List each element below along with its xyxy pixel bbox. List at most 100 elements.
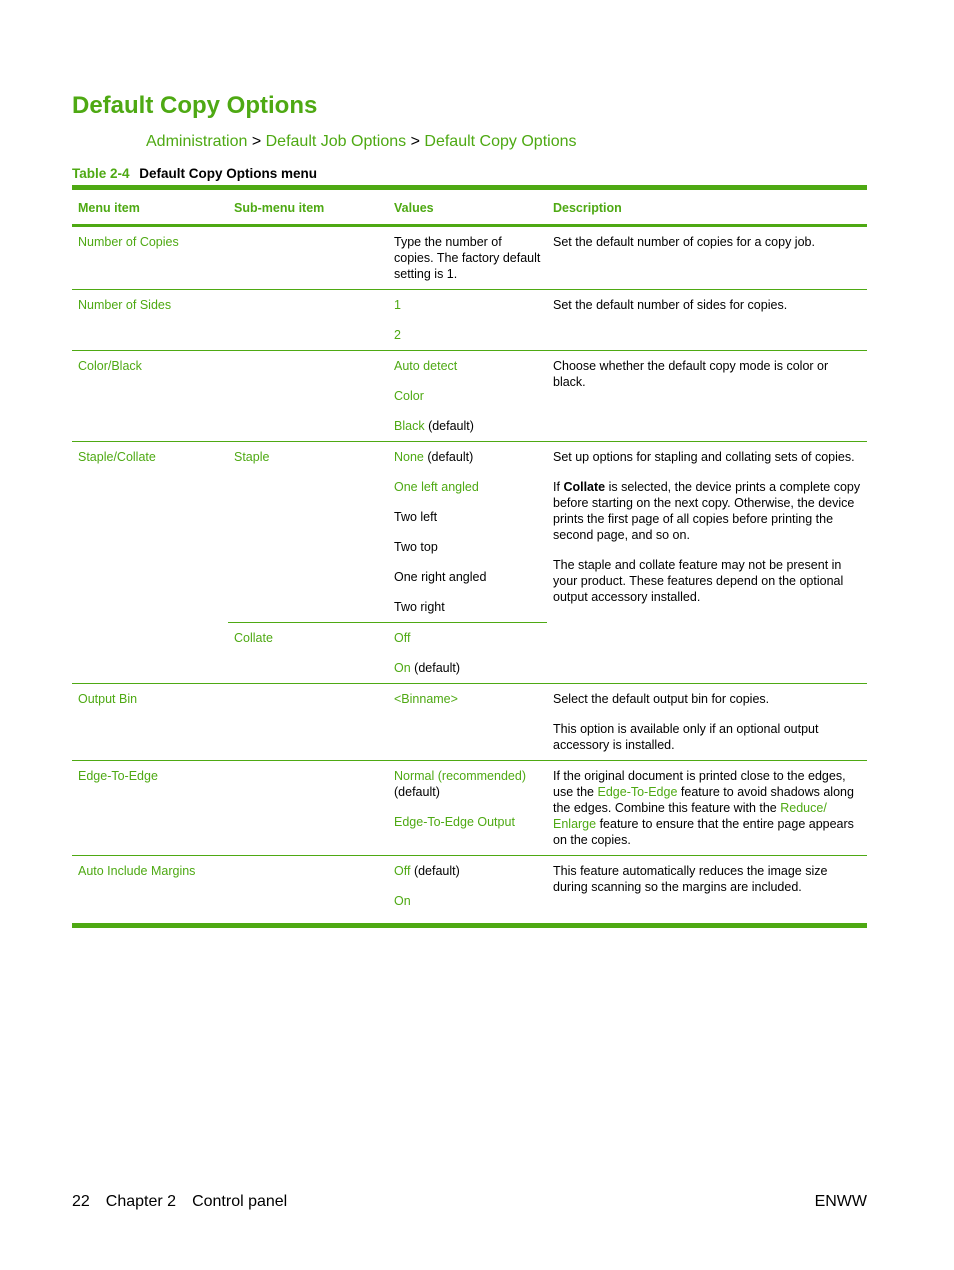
page-footer: 22 Chapter 2 Control panel [72, 1193, 303, 1211]
header-menu-item: Menu item [72, 185, 228, 227]
chapter-label: Chapter 2 [105, 1193, 177, 1210]
description-cell: If the original document is printed clos… [547, 760, 867, 856]
page-number: 22 [72, 1193, 90, 1210]
description-text: Set the default number of copies for a c… [553, 235, 815, 249]
breadcrumb-item-administration[interactable]: Administration [146, 133, 247, 150]
value-cell: Auto detect Color Black (default) [388, 350, 547, 442]
description-text: Select the default output bin for copies… [553, 692, 770, 706]
value-option[interactable]: Color [394, 388, 541, 404]
value-option: Two left [394, 510, 438, 524]
value-option[interactable]: Off [394, 630, 541, 646]
menu-item-number-of-sides[interactable]: Number of Sides [72, 289, 228, 351]
sub-menu-cell [228, 350, 388, 442]
default-marker: (default) [428, 419, 474, 433]
table-row: Staple/Collate Staple None (default) One… [72, 441, 867, 684]
value-option[interactable]: On [394, 893, 541, 909]
description-fragment: If [553, 480, 560, 494]
sub-menu-item-collate[interactable]: Collate [228, 622, 388, 684]
sub-menu-cell [228, 855, 388, 928]
value-cell: Off On (default) [388, 622, 547, 684]
value-option[interactable]: One left angled [394, 479, 541, 495]
value-cell: Off (default) On [388, 855, 547, 928]
table-number: Table 2-4 [72, 166, 130, 181]
value-text: Type the number of copies. The factory d… [394, 235, 541, 281]
menu-item-edge-to-edge[interactable]: Edge-To-Edge [72, 760, 228, 856]
sub-menu-cell [228, 225, 388, 290]
value-option: Two right [394, 600, 445, 614]
description-text: If Collate is selected, the device print… [553, 479, 861, 543]
table-header-row: Menu item Sub-menu item Values Descripti… [72, 185, 867, 227]
value-option-default: None (default) [394, 449, 541, 465]
value-option[interactable]: None [394, 450, 424, 464]
description-text: This option is available only if an opti… [553, 722, 819, 752]
menu-item-staple-collate[interactable]: Staple/Collate [72, 441, 228, 684]
value-cell: None (default) One left angled Two left … [388, 441, 547, 623]
value-option[interactable]: Black [394, 419, 425, 433]
description-cell: Set the default number of sides for copi… [547, 289, 867, 351]
value-option-default: Normal (recommended) (default) [394, 768, 541, 800]
description-text: Choose whether the default copy mode is … [553, 359, 829, 389]
description-text: This feature automatically reduces the i… [553, 864, 828, 894]
value-option[interactable]: Auto detect [394, 358, 541, 374]
breadcrumb-separator: > [410, 133, 420, 150]
page-title: Default Copy Options [72, 92, 318, 119]
menu-item-color-black[interactable]: Color/Black [72, 350, 228, 442]
menu-item-number-of-copies[interactable]: Number of Copies [72, 225, 228, 290]
description-text: Set the default number of sides for copi… [553, 298, 788, 312]
value-option-default: On (default) [394, 660, 541, 676]
value-option-default: Off (default) [394, 863, 541, 879]
breadcrumb-separator: > [251, 133, 262, 150]
value-option-default: Black (default) [394, 418, 541, 434]
table-row: Color/Black Auto detect Color Black (def… [72, 350, 867, 442]
breadcrumb-item-default-job-options[interactable]: Default Job Options [266, 133, 407, 150]
value-cell: Type the number of copies. The factory d… [388, 225, 547, 290]
value-option[interactable]: <Binname> [394, 692, 458, 706]
section-label: Control panel [192, 1193, 288, 1210]
menu-item-output-bin[interactable]: Output Bin [72, 683, 228, 761]
value-option[interactable]: Off [394, 864, 410, 878]
header-description: Description [547, 185, 867, 227]
table-caption: Table 2-4 Default Copy Options menu [72, 166, 317, 181]
table-row: Auto Include Margins Off (default) On Th… [72, 855, 867, 928]
breadcrumb: Administration > Default Job Options > D… [146, 133, 576, 151]
default-marker: (default) [413, 864, 460, 878]
table-row: Number of Copies Type the number of copi… [72, 225, 867, 290]
description-fragment: feature to ensure that the entire page a… [553, 817, 854, 847]
edge-to-edge-link[interactable]: Edge-To-Edge [598, 785, 678, 799]
default-copy-options-table: Menu item Sub-menu item Values Descripti… [72, 185, 867, 928]
sub-menu-item-staple[interactable]: Staple [228, 441, 388, 623]
default-marker: (default) [394, 785, 440, 799]
sub-menu-cell [228, 289, 388, 351]
value-cell: <Binname> [388, 683, 547, 761]
value-cell: Normal (recommended) (default) Edge-To-Ed… [388, 760, 547, 856]
table-caption-text: Default Copy Options menu [139, 166, 318, 181]
collate-term: Collate [563, 480, 606, 494]
value-option[interactable]: 2 [394, 327, 541, 343]
value-option[interactable]: Edge-To-Edge Output [394, 814, 541, 830]
value-option[interactable]: 1 [394, 297, 541, 313]
table-row: Edge-To-Edge Normal (recommended) (defaul… [72, 760, 867, 856]
default-marker: (default) [414, 661, 461, 675]
description-cell: Choose whether the default copy mode is … [547, 350, 867, 442]
default-marker: (default) [427, 450, 474, 464]
value-option[interactable]: Normal (recommended) [394, 769, 526, 783]
description-text: The staple and collate feature may not b… [553, 558, 844, 604]
table-row: Output Bin <Binname> Select the default … [72, 683, 867, 761]
description-cell: This feature automatically reduces the i… [547, 855, 867, 928]
breadcrumb-item-default-copy-options[interactable]: Default Copy Options [424, 133, 576, 150]
value-cell: 1 2 [388, 289, 547, 351]
sub-menu-cell [228, 760, 388, 856]
description-cell: Select the default output bin for copies… [547, 683, 867, 761]
description-text: Set up options for stapling and collatin… [553, 450, 855, 464]
header-values: Values [388, 185, 547, 227]
header-sub-menu-item: Sub-menu item [228, 185, 388, 227]
description-cell: Set up options for stapling and collatin… [547, 441, 867, 684]
value-option: One right angled [394, 570, 487, 584]
menu-item-auto-include-margins[interactable]: Auto Include Margins [72, 855, 228, 928]
value-option[interactable]: On [394, 661, 411, 675]
sub-menu-cell [228, 683, 388, 761]
value-option: Two top [394, 540, 438, 554]
footer-locale: ENWW [814, 1193, 867, 1210]
description-cell: Set the default number of copies for a c… [547, 225, 867, 290]
table-row: Number of Sides 1 2 Set the default numb… [72, 289, 867, 351]
